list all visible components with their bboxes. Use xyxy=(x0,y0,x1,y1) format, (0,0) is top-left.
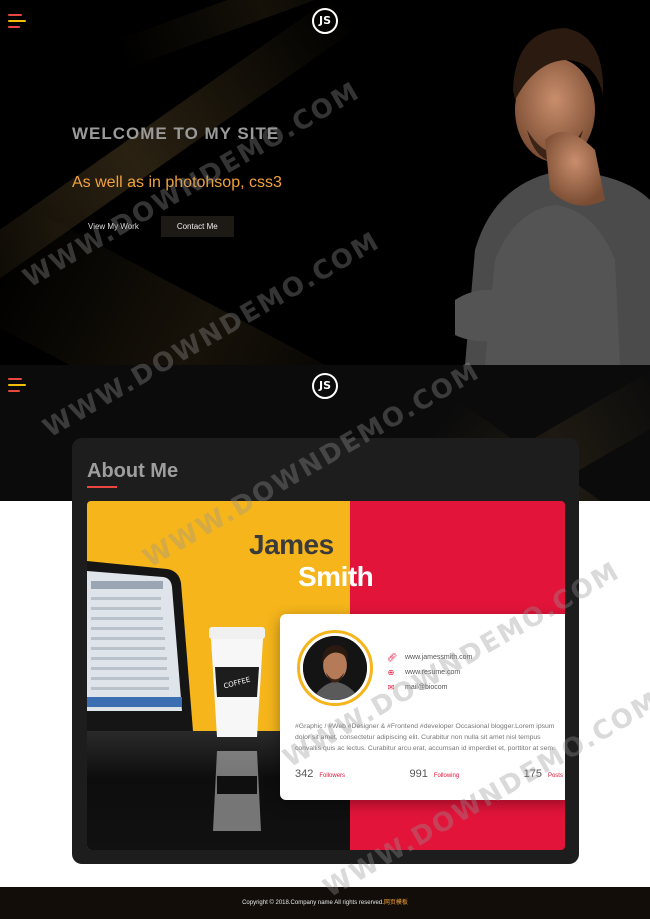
hero-tagline: As well as in photohsop, css3 xyxy=(72,174,282,191)
contact-item[interactable]: ✉ mail@biocom xyxy=(387,680,472,695)
view-my-work-button[interactable]: View My Work xyxy=(72,216,155,237)
footer-link[interactable]: 网页模板 xyxy=(384,900,408,906)
laptop-image xyxy=(87,561,193,731)
last-name: Smith xyxy=(298,561,374,592)
contact-item[interactable]: ⊕ www.resume.com xyxy=(387,665,472,680)
profile-card: 🔗︎ www.jamessmith.com ⊕ www.resume.com ✉… xyxy=(280,614,565,800)
hamburger-menu-icon[interactable] xyxy=(8,14,26,30)
js-logo[interactable]: JS xyxy=(312,8,338,34)
stats-row: 342 Followers 991 Following 175 Posts xyxy=(295,768,563,780)
title-underline xyxy=(87,486,117,488)
stat-following[interactable]: 991 Following xyxy=(409,768,459,780)
hero-text: WELCOME TO MY SITE As well as in photohs… xyxy=(72,124,282,237)
mail-icon: ✉ xyxy=(387,682,395,692)
footer: Copyright © 2018.Company name All rights… xyxy=(0,887,650,919)
hero-title: WELCOME TO MY SITE xyxy=(72,124,280,143)
link-icon: 🔗︎ xyxy=(387,652,398,662)
avatar-photo xyxy=(303,636,367,700)
about-card: About Me COFFEE James Smith 🔗︎ www.james… xyxy=(72,438,579,864)
portrait-image xyxy=(455,0,650,365)
about-title: About Me xyxy=(87,460,179,482)
hamburger-menu-icon[interactable] xyxy=(8,378,26,394)
bio-text: #Graphic / #Web #Designer & #Frontend #d… xyxy=(295,723,555,752)
hero-section: JS WELCOME TO MY SITE As well as in phot… xyxy=(0,0,650,365)
stat-posts[interactable]: 175 Posts xyxy=(524,768,563,780)
copyright-text: Copyright © 2018.Company name All rights… xyxy=(242,900,384,906)
first-name: James xyxy=(249,529,334,560)
contact-me-button[interactable]: Contact Me xyxy=(160,216,234,237)
stat-followers[interactable]: 342 Followers xyxy=(295,768,345,780)
cup-reflection xyxy=(213,751,261,831)
avatar xyxy=(297,630,373,706)
globe-icon: ⊕ xyxy=(387,667,395,677)
contact-list: 🔗︎ www.jamessmith.com ⊕ www.resume.com ✉… xyxy=(387,650,472,695)
profile-banner: COFFEE James Smith 🔗︎ www.jamessmith.com… xyxy=(87,501,565,850)
js-logo[interactable]: JS xyxy=(312,373,338,399)
contact-item[interactable]: 🔗︎ www.jamessmith.com xyxy=(387,650,472,665)
coffee-cup-image: COFFEE xyxy=(209,627,265,737)
